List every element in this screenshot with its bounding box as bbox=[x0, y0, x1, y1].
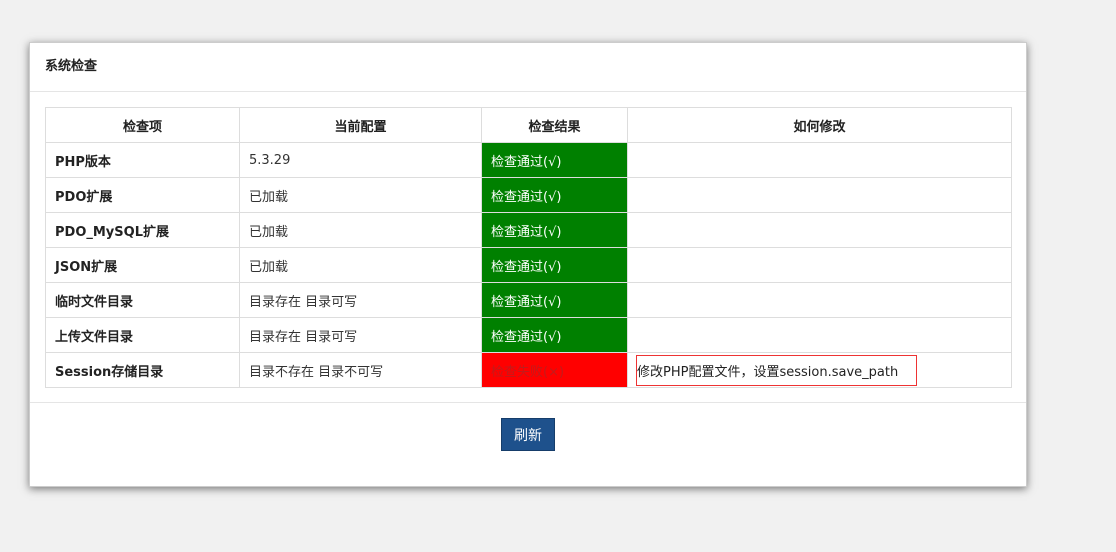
check-item: PDO扩展 bbox=[45, 177, 240, 213]
table-row: PDO_MySQL扩展 已加载 检查通过(√) bbox=[45, 212, 1012, 248]
check-item: Session存储目录 bbox=[45, 352, 240, 388]
col-header-result: 检查结果 bbox=[481, 107, 628, 143]
current-config: 目录不存在 目录不可写 bbox=[239, 352, 482, 388]
check-result: 检查通过(√) bbox=[481, 212, 628, 248]
check-result: 检查通过(√) bbox=[481, 142, 628, 178]
check-result: 检查失败(×) bbox=[481, 352, 628, 388]
table-row: Session存储目录 目录不存在 目录不可写 检查失败(×) 修改PHP配置文… bbox=[45, 352, 1012, 388]
current-config: 已加载 bbox=[239, 212, 482, 248]
table-row: PDO扩展 已加载 检查通过(√) bbox=[45, 177, 1012, 213]
current-config: 已加载 bbox=[239, 247, 482, 283]
check-result: 检查通过(√) bbox=[481, 282, 628, 318]
check-result: 检查通过(√) bbox=[481, 177, 628, 213]
table-row: 临时文件目录 目录存在 目录可写 检查通过(√) bbox=[45, 282, 1012, 318]
system-check-panel: 系统检查 检查项 当前配置 检查结果 如何修改 PHP版本 5.3.29 检查通… bbox=[29, 42, 1027, 487]
fix-cell bbox=[627, 317, 1012, 353]
refresh-button[interactable]: 刷新 bbox=[501, 418, 555, 451]
fix-cell bbox=[627, 142, 1012, 178]
table-row: JSON扩展 已加载 检查通过(√) bbox=[45, 247, 1012, 283]
check-item: 上传文件目录 bbox=[45, 317, 240, 353]
col-header-fix: 如何修改 bbox=[627, 107, 1012, 143]
current-config: 5.3.29 bbox=[239, 142, 482, 178]
fix-cell bbox=[627, 247, 1012, 283]
panel-title: 系统检查 bbox=[30, 43, 1026, 92]
check-item: 临时文件目录 bbox=[45, 282, 240, 318]
col-header-config: 当前配置 bbox=[239, 107, 482, 143]
fix-cell bbox=[627, 212, 1012, 248]
check-result: 检查通过(√) bbox=[481, 317, 628, 353]
fix-cell bbox=[627, 177, 1012, 213]
fix-cell bbox=[627, 282, 1012, 318]
current-config: 目录存在 目录可写 bbox=[239, 282, 482, 318]
check-table: 检查项 当前配置 检查结果 如何修改 PHP版本 5.3.29 检查通过(√) … bbox=[45, 107, 1012, 388]
check-item: JSON扩展 bbox=[45, 247, 240, 283]
current-config: 目录存在 目录可写 bbox=[239, 317, 482, 353]
current-config: 已加载 bbox=[239, 177, 482, 213]
table-row: PHP版本 5.3.29 检查通过(√) bbox=[45, 142, 1012, 178]
col-header-item: 检查项 bbox=[45, 107, 240, 143]
fix-hint: 修改PHP配置文件，设置session.save_path bbox=[636, 354, 918, 386]
panel-footer-divider bbox=[30, 402, 1026, 403]
check-result: 检查通过(√) bbox=[481, 247, 628, 283]
fix-cell: 修改PHP配置文件，设置session.save_path bbox=[627, 352, 1012, 388]
check-item: PDO_MySQL扩展 bbox=[45, 212, 240, 248]
table-row: 上传文件目录 目录存在 目录可写 检查通过(√) bbox=[45, 317, 1012, 353]
check-item: PHP版本 bbox=[45, 142, 240, 178]
